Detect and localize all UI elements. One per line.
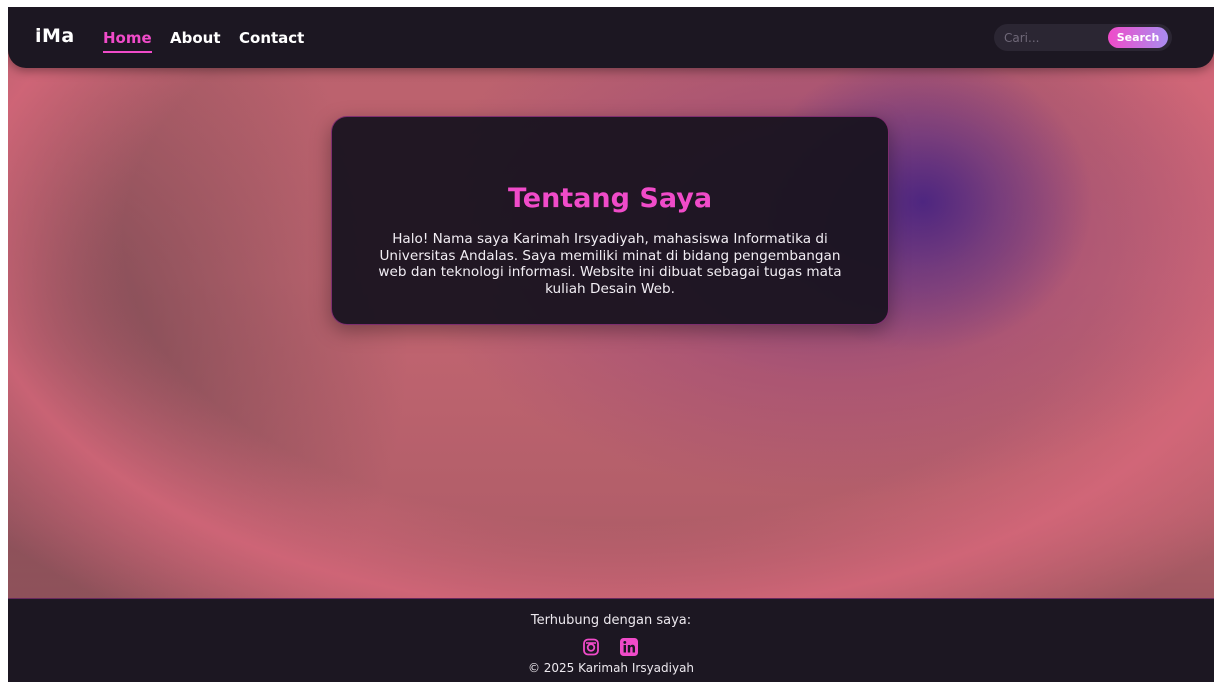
- nav-link-home[interactable]: Home: [103, 29, 152, 53]
- nav-link-home-label: Home: [103, 29, 152, 47]
- browser-viewport: iMa Home About Contact Search Tentang Sa…: [8, 7, 1214, 682]
- about-text: Halo! Nama saya Karimah Irsyadiyah, maha…: [378, 231, 842, 297]
- about-title: Tentang Saya: [507, 183, 713, 214]
- linkedin-icon[interactable]: [619, 637, 639, 657]
- instagram-icon[interactable]: [581, 637, 601, 657]
- search-form: Search: [994, 24, 1172, 51]
- navbar: iMa Home About Contact Search: [8, 7, 1214, 68]
- nav-link-about-label: About: [170, 29, 221, 47]
- footer-connect-label: Terhubung dengan saya:: [530, 613, 692, 628]
- nav-link-contact-label: Contact: [239, 29, 305, 47]
- footer: Terhubung dengan saya: © 2025 Karimah Ir…: [8, 598, 1214, 682]
- search-input[interactable]: [1004, 28, 1094, 47]
- footer-copyright: © 2025 Karimah Irsyadiyah: [527, 661, 695, 675]
- nav-link-contact[interactable]: Contact: [239, 29, 304, 47]
- about-card: Tentang Saya Halo! Nama saya Karimah Irs…: [331, 116, 889, 325]
- active-nav-underline: [103, 51, 152, 53]
- nav-link-about[interactable]: About: [170, 29, 221, 47]
- brand-logo[interactable]: iMa: [35, 25, 75, 47]
- search-button[interactable]: Search: [1108, 27, 1168, 48]
